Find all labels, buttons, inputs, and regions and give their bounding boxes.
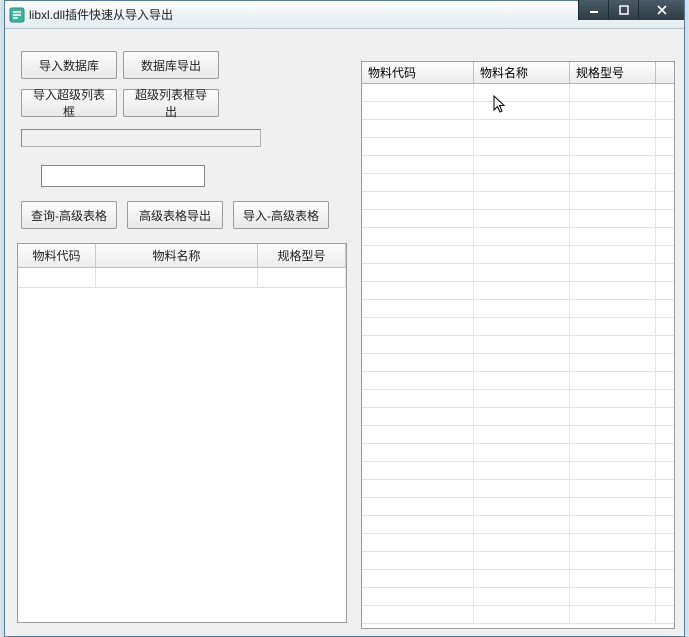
table-row[interactable]: [362, 264, 674, 282]
button-row-3: 查询-高级表格 高级表格导出 导入-高级表格: [21, 201, 329, 229]
window-controls: [578, 0, 684, 20]
table-row[interactable]: [362, 372, 674, 390]
table-row[interactable]: [362, 480, 674, 498]
table-row[interactable]: [362, 606, 674, 624]
table-row[interactable]: [362, 318, 674, 336]
table-row[interactable]: [362, 408, 674, 426]
right-th-name[interactable]: 物料名称: [474, 62, 570, 83]
titlebar[interactable]: libxl.dll插件快速从导入导出: [5, 1, 684, 29]
table-row[interactable]: [362, 174, 674, 192]
left-table-body[interactable]: [18, 268, 346, 622]
table-row[interactable]: [362, 192, 674, 210]
status-panel: [21, 129, 261, 147]
button-row-1: 导入数据库 数据库导出: [21, 51, 219, 79]
window-title: libxl.dll插件快速从导入导出: [29, 6, 173, 23]
table-row[interactable]: [362, 390, 674, 408]
table-row[interactable]: [362, 282, 674, 300]
table-row[interactable]: [362, 300, 674, 318]
left-th-name[interactable]: 物料名称: [96, 244, 258, 267]
table-row[interactable]: [362, 336, 674, 354]
button-row-2: 导入超级列表框 超级列表框导出: [21, 89, 219, 117]
table-row[interactable]: [362, 498, 674, 516]
search-input[interactable]: [41, 165, 205, 187]
export-db-button[interactable]: 数据库导出: [123, 51, 219, 79]
export-superlist-button[interactable]: 超级列表框导出: [123, 89, 219, 117]
table-row[interactable]: [362, 354, 674, 372]
right-th-extra[interactable]: [656, 62, 674, 83]
right-table[interactable]: 物料代码 物料名称 规格型号: [361, 61, 675, 629]
table-row[interactable]: [362, 552, 674, 570]
table-row[interactable]: [362, 120, 674, 138]
right-th-code[interactable]: 物料代码: [362, 62, 474, 83]
client-area: 导入数据库 数据库导出 导入超级列表框 超级列表框导出 查询-高级表格 高级表格…: [5, 29, 684, 636]
minimize-button[interactable]: [578, 0, 608, 20]
table-row[interactable]: [362, 102, 674, 120]
close-button[interactable]: [638, 0, 684, 20]
left-th-spec[interactable]: 规格型号: [258, 244, 346, 267]
import-superlist-button[interactable]: 导入超级列表框: [21, 89, 117, 117]
table-row[interactable]: [362, 588, 674, 606]
left-table[interactable]: 物料代码 物料名称 规格型号: [17, 243, 347, 623]
export-advtable-button[interactable]: 高级表格导出: [127, 201, 223, 229]
app-icon: [9, 7, 25, 23]
table-row[interactable]: [362, 462, 674, 480]
table-row[interactable]: [362, 444, 674, 462]
table-row[interactable]: [362, 156, 674, 174]
right-th-spec[interactable]: 规格型号: [570, 62, 656, 83]
table-row[interactable]: [18, 268, 346, 288]
table-row[interactable]: [362, 534, 674, 552]
table-row[interactable]: [362, 138, 674, 156]
table-row[interactable]: [362, 210, 674, 228]
right-table-header: 物料代码 物料名称 规格型号: [362, 62, 674, 84]
app-window: libxl.dll插件快速从导入导出 导入数据库 数据库导出 导入超级列表框 超…: [4, 0, 685, 637]
table-row[interactable]: [362, 426, 674, 444]
table-row[interactable]: [362, 228, 674, 246]
table-row[interactable]: [362, 84, 674, 102]
left-th-code[interactable]: 物料代码: [18, 244, 96, 267]
right-table-body[interactable]: [362, 84, 674, 628]
table-row[interactable]: [362, 570, 674, 588]
table-row[interactable]: [362, 246, 674, 264]
import-advtable-button[interactable]: 导入-高级表格: [233, 201, 329, 229]
query-advtable-button[interactable]: 查询-高级表格: [21, 201, 117, 229]
table-row[interactable]: [362, 516, 674, 534]
left-table-header: 物料代码 物料名称 规格型号: [18, 244, 346, 268]
import-db-button[interactable]: 导入数据库: [21, 51, 117, 79]
maximize-button[interactable]: [608, 0, 638, 20]
